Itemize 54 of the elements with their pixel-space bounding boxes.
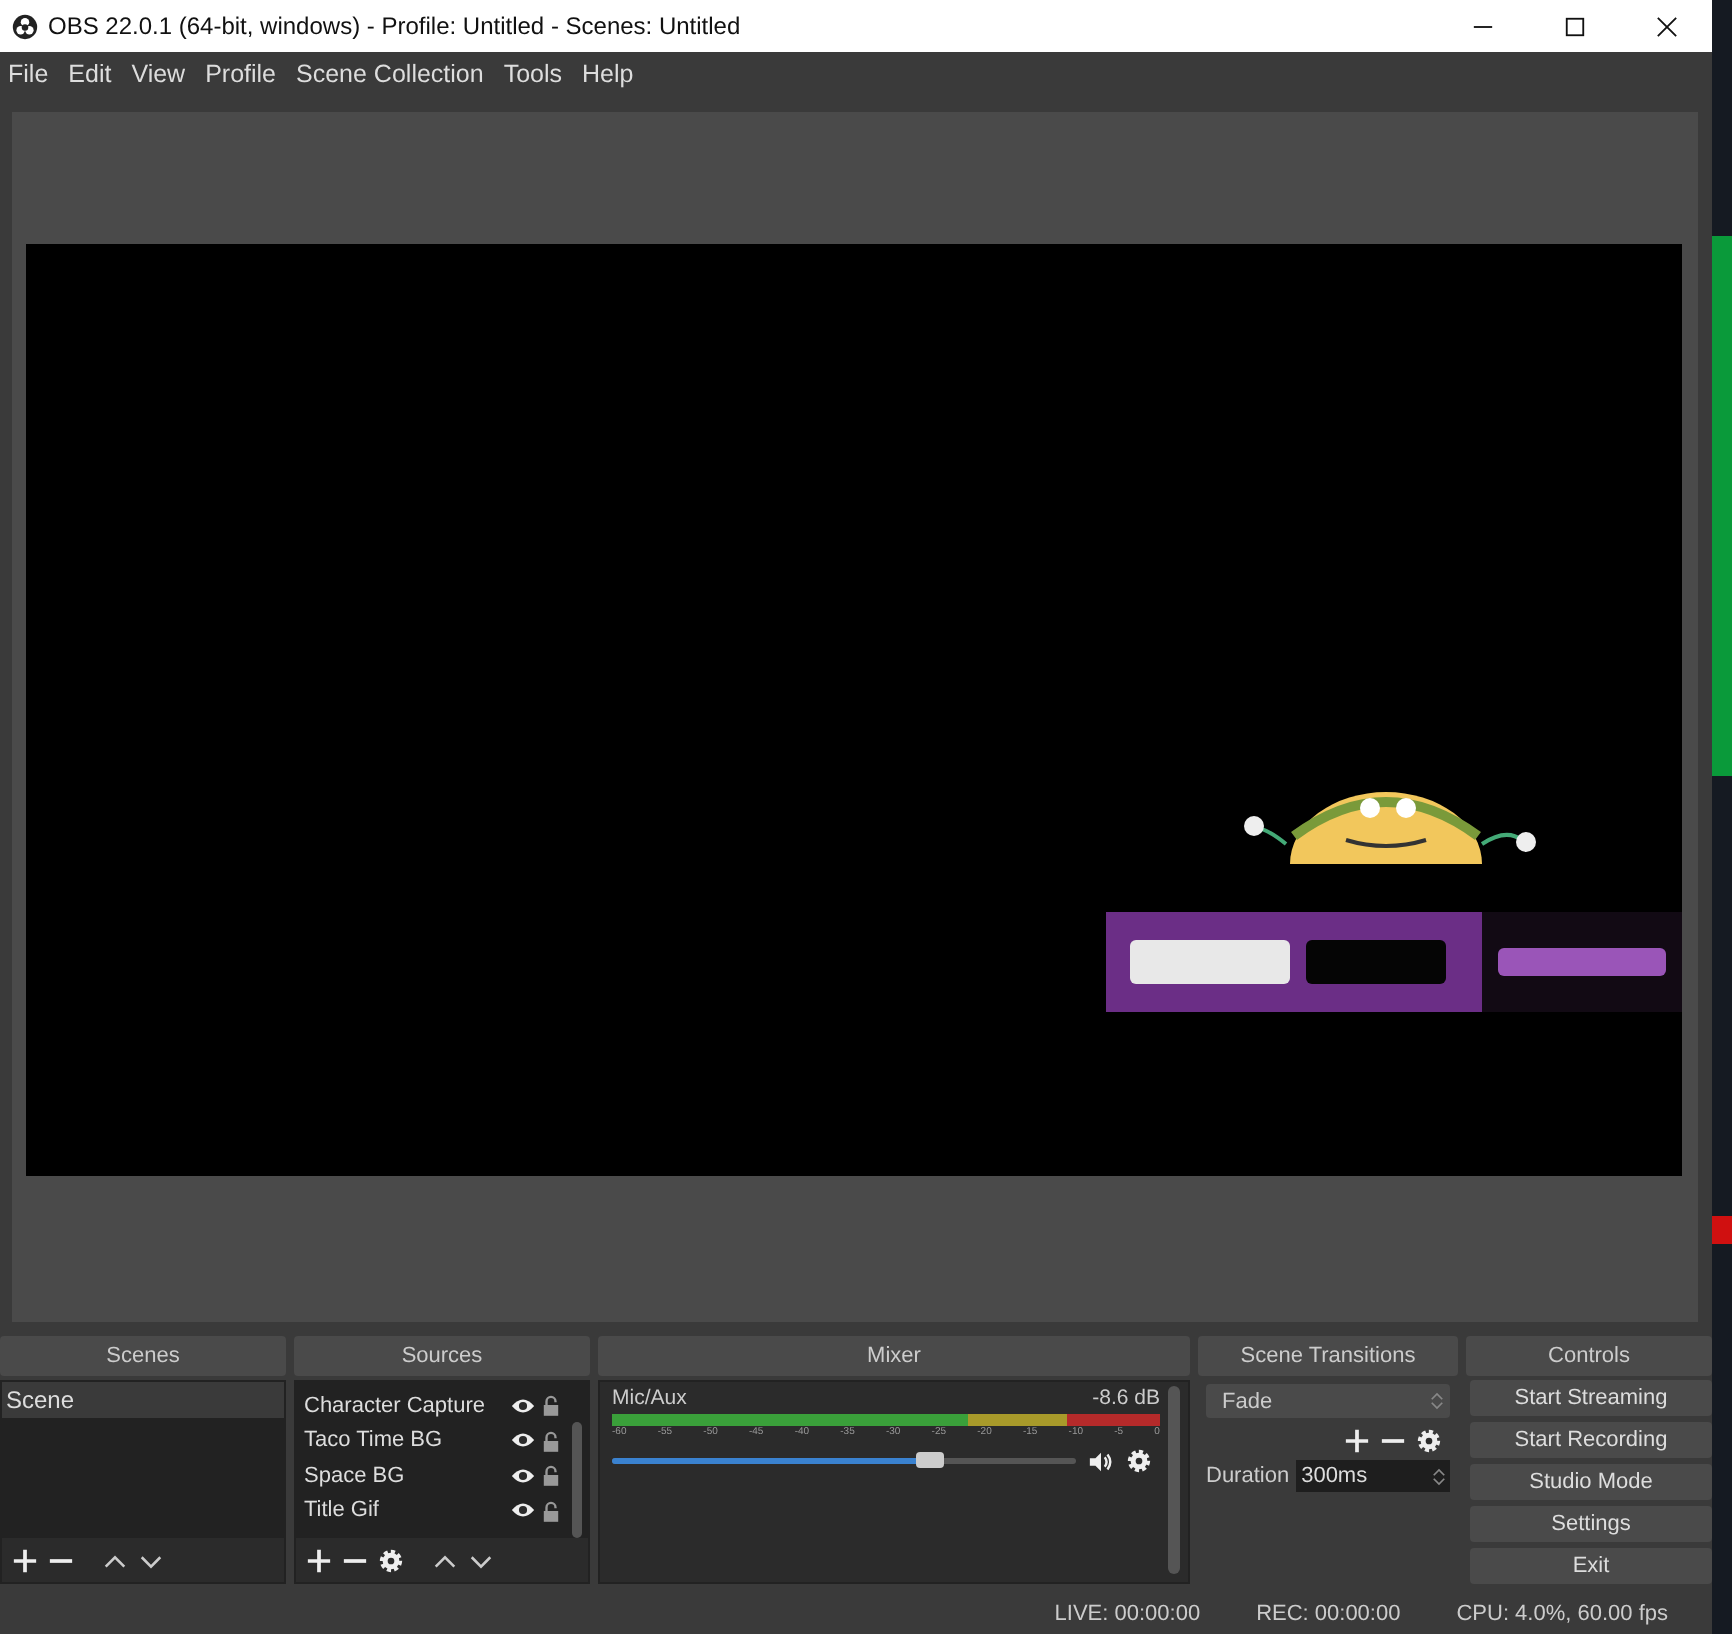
scrollbar[interactable] bbox=[572, 1422, 582, 1538]
control-button[interactable]: Start Streaming bbox=[1470, 1380, 1712, 1416]
spinner-icon[interactable] bbox=[1430, 1390, 1444, 1412]
maximize-icon[interactable] bbox=[1564, 15, 1586, 37]
lock-icon[interactable] bbox=[542, 1464, 560, 1487]
menu-item[interactable]: Edit bbox=[60, 60, 124, 88]
menu-item[interactable]: View bbox=[123, 60, 198, 88]
scene-item[interactable]: Scene bbox=[2, 1382, 284, 1418]
control-button[interactable]: Start Recording bbox=[1470, 1422, 1712, 1458]
source-item[interactable]: Space BG bbox=[304, 1463, 510, 1488]
duration-label: Duration bbox=[1206, 1464, 1290, 1488]
source-item[interactable]: Character Capture bbox=[304, 1393, 510, 1418]
transition-dropdown[interactable]: Fade bbox=[1206, 1384, 1450, 1418]
logo-icon bbox=[12, 13, 38, 39]
menu-item[interactable]: Tools bbox=[495, 60, 575, 88]
lock-icon[interactable] bbox=[542, 1429, 560, 1452]
settings-icon[interactable] bbox=[378, 1547, 404, 1573]
lock-icon[interactable] bbox=[542, 1499, 560, 1522]
menu-item[interactable]: Scene Collection bbox=[288, 60, 496, 88]
volume-slider[interactable] bbox=[612, 1458, 1076, 1464]
settings-icon[interactable] bbox=[1126, 1448, 1152, 1474]
dock-header: Mixer bbox=[598, 1336, 1190, 1376]
lock-icon[interactable] bbox=[542, 1394, 560, 1417]
status-text: LIVE: 00:00:00 bbox=[1054, 1602, 1201, 1626]
control-button[interactable]: Settings bbox=[1470, 1506, 1712, 1542]
settings-icon[interactable] bbox=[1416, 1428, 1442, 1454]
dock-header: Controls bbox=[1466, 1336, 1712, 1376]
volume-reading: -8.6 dB bbox=[1092, 1386, 1160, 1410]
menu-item[interactable]: Profile bbox=[197, 60, 289, 88]
speaker-icon[interactable] bbox=[1088, 1449, 1114, 1473]
duration-field[interactable]: 300ms bbox=[1295, 1460, 1450, 1492]
eye-icon[interactable] bbox=[510, 1430, 536, 1451]
add-icon[interactable] bbox=[12, 1547, 38, 1573]
add-icon[interactable] bbox=[306, 1547, 332, 1573]
dock-header: Scene Transitions bbox=[1198, 1336, 1458, 1376]
close-icon[interactable] bbox=[1656, 15, 1678, 37]
control-button[interactable]: Studio Mode bbox=[1470, 1464, 1712, 1500]
eye-icon[interactable] bbox=[510, 1465, 536, 1486]
source-item[interactable]: Taco Time BG bbox=[304, 1428, 510, 1453]
menu-item[interactable]: File bbox=[0, 60, 61, 88]
status-text: REC: 00:00:00 bbox=[1256, 1602, 1401, 1626]
menu-item[interactable]: Help bbox=[574, 60, 646, 88]
eye-icon[interactable] bbox=[510, 1395, 536, 1416]
add-icon[interactable] bbox=[1344, 1428, 1370, 1454]
channel-name: Mic/Aux bbox=[612, 1386, 687, 1410]
status-text: CPU: 4.0%, 60.00 fps bbox=[1456, 1602, 1668, 1626]
spinner-icon[interactable] bbox=[1432, 1465, 1446, 1487]
window-title: OBS 22.0.1 (64-bit, windows) - Profile: Untitled - Scenes: Untitled bbox=[48, 12, 743, 40]
source-item[interactable]: Title Gif bbox=[304, 1498, 510, 1523]
dock-header: Sources bbox=[294, 1336, 590, 1376]
dock-header: Scenes bbox=[0, 1336, 286, 1376]
eye-icon[interactable] bbox=[510, 1500, 536, 1521]
scrollbar[interactable] bbox=[1168, 1386, 1180, 1574]
control-button[interactable]: Exit bbox=[1470, 1548, 1712, 1584]
